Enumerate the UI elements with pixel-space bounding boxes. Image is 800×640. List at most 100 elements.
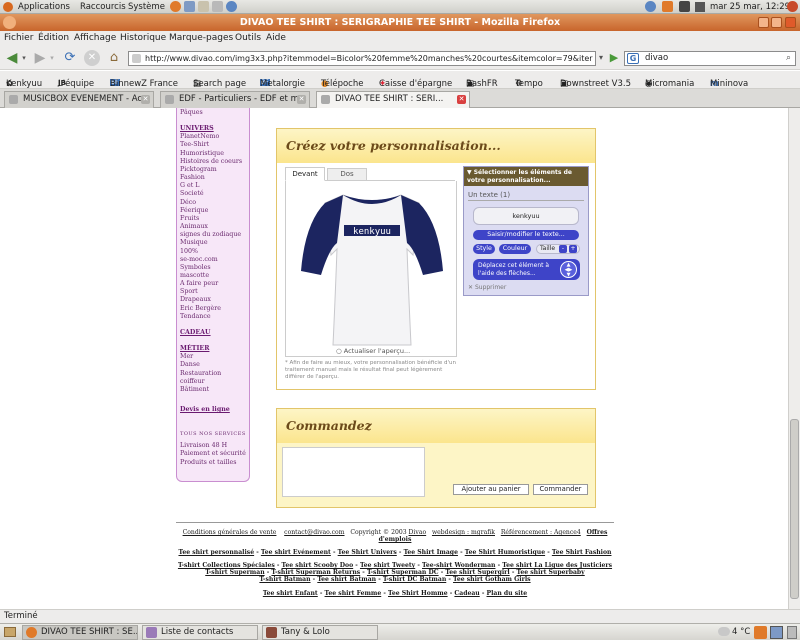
menu-historique[interactable]: Historique	[120, 33, 166, 43]
window-menu-icon[interactable]	[3, 16, 16, 29]
url-dropdown-icon[interactable]: ▾	[596, 50, 606, 66]
menu-affichage[interactable]: Affichage	[74, 33, 116, 43]
sidebar-item[interactable]: signes du zodiaque	[180, 231, 249, 239]
size-plus-button[interactable]: +	[569, 245, 577, 253]
reload-icon[interactable]: ⟳	[62, 50, 78, 66]
sidebar-item[interactable]: Symboles	[180, 264, 249, 272]
footer-link[interactable]: Référencement : Agence4	[501, 529, 581, 536]
go-arrow-icon[interactable]: ▶	[606, 50, 622, 66]
sidebar-item[interactable]: Histoires de coeurs	[180, 158, 249, 166]
footer-link[interactable]: Tee shirt Gotham Girls	[453, 576, 531, 583]
sidebar-item[interactable]: Animaux	[180, 223, 249, 231]
footer-link[interactable]: Tee shirt Batman	[317, 576, 376, 583]
sidebar-item[interactable]: Danse	[180, 361, 249, 369]
footer-link[interactable]: Tee shirt Supergirl	[445, 569, 509, 576]
sidebar-item[interactable]: 100%	[180, 248, 249, 256]
workspace-switcher[interactable]	[770, 626, 783, 639]
text-value-box[interactable]: kenkyuu	[473, 207, 579, 225]
footer-link[interactable]: webdesign : mgrafik	[432, 529, 495, 536]
footer-link[interactable]: Tee shirt personnalisé	[178, 549, 254, 556]
tab-back[interactable]: Dos	[327, 168, 367, 181]
arrow-pad-icon[interactable]: ▲ ◀▶ ▼	[560, 261, 577, 278]
footer-link[interactable]: Tee Shirt Humoristique	[465, 549, 545, 556]
editor-header[interactable]: ▼ Sélectionner les éléments de votre per…	[464, 167, 588, 186]
shutdown-icon[interactable]	[787, 1, 798, 12]
footer-link[interactable]: Tee Shirt Fashion	[552, 549, 612, 556]
tab-close-icon[interactable]: ✕	[457, 95, 466, 104]
sidebar-item[interactable]: Féerique	[180, 207, 249, 215]
tab-divao[interactable]: DIVAO TEE SHIRT : SERI... ✕	[316, 91, 470, 108]
footer-link[interactable]: Tee shirt Femme	[325, 590, 382, 597]
firefox-launcher-icon[interactable]	[170, 1, 181, 12]
size-minus-button[interactable]: -	[559, 245, 567, 253]
tab-close-icon[interactable]: ✕	[297, 95, 306, 104]
close-button[interactable]	[785, 17, 796, 28]
cadeau-link[interactable]: CADEAU	[180, 329, 249, 337]
metier-heading[interactable]: MÉTIER	[180, 345, 249, 353]
home-icon[interactable]: ⌂	[106, 50, 122, 66]
sidebar-item[interactable]: Paiement et sécurité	[180, 450, 249, 458]
task-firefox[interactable]: DIVAO TEE SHIRT : SE...	[22, 625, 138, 640]
footer-link[interactable]: Tee-shirt Wonderman	[422, 562, 495, 569]
task-contacts[interactable]: Liste de contacts	[142, 625, 258, 640]
back-arrow-icon[interactable]: ◀	[4, 50, 20, 66]
color-button[interactable]: Couleur	[499, 244, 531, 254]
sidebar-item[interactable]: PlanetNemo	[180, 133, 249, 141]
sidebar-item[interactable]: Musique	[180, 239, 249, 247]
sidebar-item[interactable]: Societé	[180, 190, 249, 198]
tab-musicbox[interactable]: MUSICBOX EVENEMENT - Ac... ✕	[4, 91, 154, 108]
sidebar-item[interactable]: Livraison 48 H	[180, 442, 249, 450]
sidebar-item[interactable]: Produits et tailles	[180, 459, 249, 467]
sidebar-item[interactable]: A faire peur	[180, 280, 249, 288]
footer-link[interactable]: Tee Shirt Univers	[338, 549, 397, 556]
forward-history-icon[interactable]: ▾	[48, 50, 56, 66]
sidebar-item[interactable]: Eric Bergère	[180, 305, 249, 313]
maximize-button[interactable]	[771, 17, 782, 28]
sidebar-item[interactable]: se-moc.com	[180, 256, 249, 264]
menu-edition[interactable]: Édition	[38, 33, 69, 43]
sidebar-item[interactable]: Restauration	[180, 370, 249, 378]
univers-heading[interactable]: UNIVERS	[180, 125, 249, 133]
footer-link[interactable]: Tee shirt Superbaby	[517, 569, 585, 576]
minimize-button[interactable]	[758, 17, 769, 28]
forward-arrow-icon[interactable]: ▶	[32, 50, 48, 66]
page-scrollbar[interactable]	[788, 108, 800, 609]
footer-link[interactable]: T-shirt Collections Spéciales	[178, 562, 275, 569]
add-to-cart-button[interactable]: Ajouter au panier	[453, 484, 529, 495]
battery-icon[interactable]	[679, 1, 690, 12]
weather-temp[interactable]: 4 °C	[732, 627, 750, 637]
sidebar-item[interactable]: Tendance	[180, 313, 249, 321]
evolution-launcher-icon[interactable]	[184, 1, 195, 12]
refresh-preview[interactable]: ○ Actualiser l'aperçu...	[336, 347, 410, 355]
shortcuts-menu[interactable]: Raccourcis	[80, 2, 126, 12]
volume-icon[interactable]	[695, 2, 705, 12]
help-launcher-icon[interactable]	[226, 1, 237, 12]
footer-link[interactable]: T-shirt DC Batman	[383, 576, 446, 583]
sidebar-item[interactable]: Tee-Shirt	[180, 141, 249, 149]
sidebar-item[interactable]: Drapeaux	[180, 296, 249, 304]
stop-icon[interactable]: ✕	[84, 50, 100, 66]
element-title[interactable]: Un texte (1)	[468, 191, 510, 199]
footer-link[interactable]: Cadeau	[454, 590, 479, 597]
ubuntu-logo-icon[interactable]	[3, 2, 13, 12]
order-comment-box[interactable]	[282, 447, 425, 497]
sidebar-item[interactable]: Fruits	[180, 215, 249, 223]
scrollbar-thumb[interactable]	[790, 418, 799, 599]
url-bar[interactable]: http://www.divao.com/img3x3.php?itemmode…	[128, 51, 596, 66]
mail-launcher-icon[interactable]	[212, 1, 223, 12]
footer-link[interactable]: Tee shirt La Ligue des Justiciers	[502, 562, 612, 569]
show-desktop-icon[interactable]	[4, 627, 16, 637]
footer-link[interactable]: Conditions générales de vente	[183, 529, 277, 536]
search-box[interactable]: G divao ⌕	[624, 51, 796, 66]
footer-link[interactable]: Tee Shirt Image	[404, 549, 458, 556]
sidebar-item[interactable]: Bâtiment	[180, 386, 249, 394]
tab-edf[interactable]: EDF - Particuliers - EDF et m... ✕	[160, 91, 310, 108]
sidebar-item[interactable]: Mer	[180, 353, 249, 361]
tab-front[interactable]: Devant	[285, 167, 325, 181]
tab-close-icon[interactable]: ✕	[141, 95, 150, 104]
sidebar-item[interactable]: G et L	[180, 182, 249, 190]
clock[interactable]: mar 25 mar, 12:29	[710, 2, 790, 12]
footer-link[interactable]: contact@divao.com	[284, 529, 344, 536]
sidebar-item[interactable]: Humoristique	[180, 150, 249, 158]
back-history-icon[interactable]: ▾	[20, 50, 28, 66]
